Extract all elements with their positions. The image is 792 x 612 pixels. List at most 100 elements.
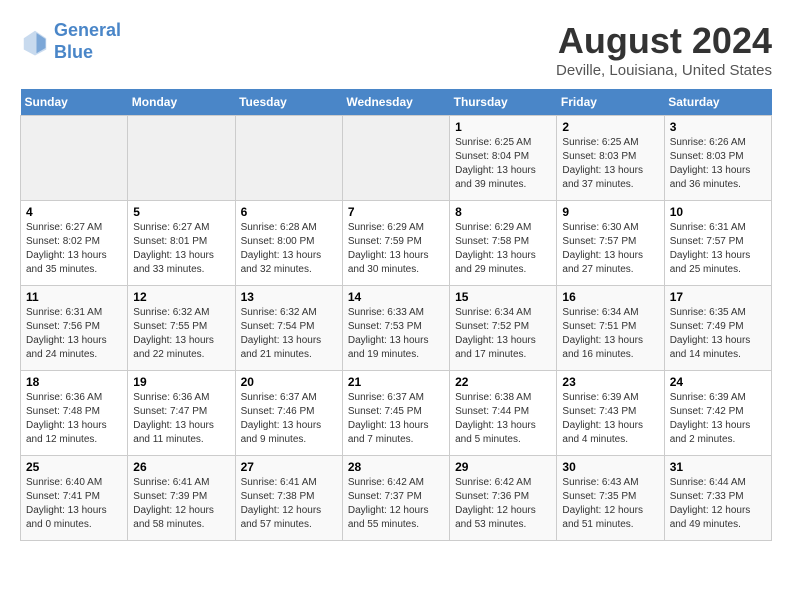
table-row: 20 Sunrise: 6:37 AMSunset: 7:46 PMDayligh… (235, 371, 342, 456)
table-row: 3Sunrise: 6:26 AMSunset: 8:03 PMDaylight… (664, 116, 771, 201)
col-monday: Monday (128, 89, 235, 116)
table-row: 24 Sunrise: 6:39 AMSunset: 7:42 PMDayligh… (664, 371, 771, 456)
day-info: Sunrise: 6:30 AMSunset: 7:57 PMDaylight:… (562, 221, 658, 277)
table-row (342, 116, 449, 201)
calendar-table: Sunday Monday Tuesday Wednesday Thursday… (20, 89, 772, 541)
day-number: 13 (241, 290, 337, 304)
table-row: 8 Sunrise: 6:29 AMSunset: 7:58 PMDaylight… (450, 201, 557, 286)
day-number: 23 (562, 375, 658, 389)
table-row: 25 Sunrise: 6:40 AMSunset: 7:41 PMDayligh… (21, 456, 128, 541)
table-row: 16 Sunrise: 6:34 AMSunset: 7:51 PMDayligh… (557, 286, 664, 371)
day-info: Sunrise: 6:39 AMSunset: 7:42 PMDaylight:… (670, 391, 766, 447)
day-number: 3 (670, 120, 766, 134)
day-info: Sunrise: 6:32 AMSunset: 7:55 PMDaylight:… (133, 306, 229, 362)
calendar-week-row: 4 Sunrise: 6:27 AMSunset: 8:02 PMDaylight… (21, 201, 772, 286)
day-info: Sunrise: 6:27 AMSunset: 8:02 PMDaylight:… (26, 221, 122, 277)
table-row: 26Sunrise: 6:41 AMSunset: 7:39 PMDayligh… (128, 456, 235, 541)
page-header: General Blue August 2024 Deville, Louisi… (20, 20, 772, 79)
day-number: 27 (241, 460, 337, 474)
day-number: 19 (133, 375, 229, 389)
day-number: 12 (133, 290, 229, 304)
day-number: 8 (455, 205, 551, 219)
table-row: 19 Sunrise: 6:36 AMSunset: 7:47 PMDayligh… (128, 371, 235, 456)
month-title: August 2024 (556, 20, 772, 62)
logo-icon (20, 27, 50, 57)
day-number: 20 (241, 375, 337, 389)
day-number: 29 (455, 460, 551, 474)
day-number: 2 (562, 120, 658, 134)
day-info: Sunrise: 6:38 AMSunset: 7:44 PMDaylight:… (455, 391, 551, 447)
day-info: Sunrise: 6:31 AMSunset: 7:56 PMDaylight:… (26, 306, 122, 362)
day-number: 6 (241, 205, 337, 219)
table-row: 13 Sunrise: 6:32 AMSunset: 7:54 PMDayligh… (235, 286, 342, 371)
day-number: 11 (26, 290, 122, 304)
table-row: 10 Sunrise: 6:31 AMSunset: 7:57 PMDayligh… (664, 201, 771, 286)
col-saturday: Saturday (664, 89, 771, 116)
table-row: 15 Sunrise: 6:34 AMSunset: 7:52 PMDayligh… (450, 286, 557, 371)
table-row: 14 Sunrise: 6:33 AMSunset: 7:53 PMDayligh… (342, 286, 449, 371)
day-number: 9 (562, 205, 658, 219)
day-info: Sunrise: 6:37 AMSunset: 7:46 PMDaylight:… (241, 391, 337, 447)
table-row: 7 Sunrise: 6:29 AMSunset: 7:59 PMDaylight… (342, 201, 449, 286)
day-number: 22 (455, 375, 551, 389)
day-info: Sunrise: 6:25 AMSunset: 8:04 PMDaylight:… (455, 136, 551, 192)
day-info: Sunrise: 6:40 AMSunset: 7:41 PMDaylight:… (26, 476, 122, 532)
table-row (235, 116, 342, 201)
table-row: 27 Sunrise: 6:41 AMSunset: 7:38 PMDayligh… (235, 456, 342, 541)
day-info: Sunrise: 6:29 AMSunset: 7:58 PMDaylight:… (455, 221, 551, 277)
day-info: Sunrise: 6:44 AMSunset: 7:33 PMDaylight:… (670, 476, 766, 532)
logo: General Blue (20, 20, 121, 63)
calendar-header-row: Sunday Monday Tuesday Wednesday Thursday… (21, 89, 772, 116)
day-number: 17 (670, 290, 766, 304)
table-row: 9 Sunrise: 6:30 AMSunset: 7:57 PMDaylight… (557, 201, 664, 286)
col-thursday: Thursday (450, 89, 557, 116)
day-number: 30 (562, 460, 658, 474)
table-row: 4 Sunrise: 6:27 AMSunset: 8:02 PMDaylight… (21, 201, 128, 286)
day-info: Sunrise: 6:36 AMSunset: 7:48 PMDaylight:… (26, 391, 122, 447)
table-row: 6 Sunrise: 6:28 AMSunset: 8:00 PMDaylight… (235, 201, 342, 286)
day-number: 4 (26, 205, 122, 219)
calendar-week-row: 11 Sunrise: 6:31 AMSunset: 7:56 PMDayligh… (21, 286, 772, 371)
day-number: 28 (348, 460, 444, 474)
day-info: Sunrise: 6:25 AMSunset: 8:03 PMDaylight:… (562, 136, 658, 192)
day-info: Sunrise: 6:42 AMSunset: 7:37 PMDaylight:… (348, 476, 444, 532)
table-row: 22 Sunrise: 6:38 AMSunset: 7:44 PMDayligh… (450, 371, 557, 456)
calendar-week-row: 1Sunrise: 6:25 AMSunset: 8:04 PMDaylight… (21, 116, 772, 201)
day-number: 25 (26, 460, 122, 474)
day-info: Sunrise: 6:36 AMSunset: 7:47 PMDaylight:… (133, 391, 229, 447)
day-info: Sunrise: 6:31 AMSunset: 7:57 PMDaylight:… (670, 221, 766, 277)
day-info: Sunrise: 6:41 AMSunset: 7:38 PMDaylight:… (241, 476, 337, 532)
day-number: 14 (348, 290, 444, 304)
day-number: 16 (562, 290, 658, 304)
calendar-week-row: 18Sunrise: 6:36 AMSunset: 7:48 PMDayligh… (21, 371, 772, 456)
table-row: 31Sunrise: 6:44 AMSunset: 7:33 PMDayligh… (664, 456, 771, 541)
day-info: Sunrise: 6:32 AMSunset: 7:54 PMDaylight:… (241, 306, 337, 362)
location: Deville, Louisiana, United States (556, 62, 772, 79)
table-row: 2 Sunrise: 6:25 AMSunset: 8:03 PMDaylight… (557, 116, 664, 201)
day-info: Sunrise: 6:41 AMSunset: 7:39 PMDaylight:… (133, 476, 229, 532)
day-number: 7 (348, 205, 444, 219)
col-tuesday: Tuesday (235, 89, 342, 116)
day-info: Sunrise: 6:27 AMSunset: 8:01 PMDaylight:… (133, 221, 229, 277)
table-row: 12 Sunrise: 6:32 AMSunset: 7:55 PMDayligh… (128, 286, 235, 371)
table-row: 23Sunrise: 6:39 AMSunset: 7:43 PMDayligh… (557, 371, 664, 456)
day-info: Sunrise: 6:43 AMSunset: 7:35 PMDaylight:… (562, 476, 658, 532)
day-number: 10 (670, 205, 766, 219)
table-row: 21Sunrise: 6:37 AMSunset: 7:45 PMDayligh… (342, 371, 449, 456)
col-wednesday: Wednesday (342, 89, 449, 116)
day-info: Sunrise: 6:34 AMSunset: 7:51 PMDaylight:… (562, 306, 658, 362)
day-info: Sunrise: 6:37 AMSunset: 7:45 PMDaylight:… (348, 391, 444, 447)
col-friday: Friday (557, 89, 664, 116)
day-info: Sunrise: 6:29 AMSunset: 7:59 PMDaylight:… (348, 221, 444, 277)
calendar-week-row: 25 Sunrise: 6:40 AMSunset: 7:41 PMDayligh… (21, 456, 772, 541)
day-number: 24 (670, 375, 766, 389)
day-number: 15 (455, 290, 551, 304)
table-row: 11 Sunrise: 6:31 AMSunset: 7:56 PMDayligh… (21, 286, 128, 371)
day-info: Sunrise: 6:28 AMSunset: 8:00 PMDaylight:… (241, 221, 337, 277)
day-info: Sunrise: 6:34 AMSunset: 7:52 PMDaylight:… (455, 306, 551, 362)
day-info: Sunrise: 6:33 AMSunset: 7:53 PMDaylight:… (348, 306, 444, 362)
table-row: 18Sunrise: 6:36 AMSunset: 7:48 PMDayligh… (21, 371, 128, 456)
day-number: 5 (133, 205, 229, 219)
table-row: 1Sunrise: 6:25 AMSunset: 8:04 PMDaylight… (450, 116, 557, 201)
day-info: Sunrise: 6:35 AMSunset: 7:49 PMDaylight:… (670, 306, 766, 362)
